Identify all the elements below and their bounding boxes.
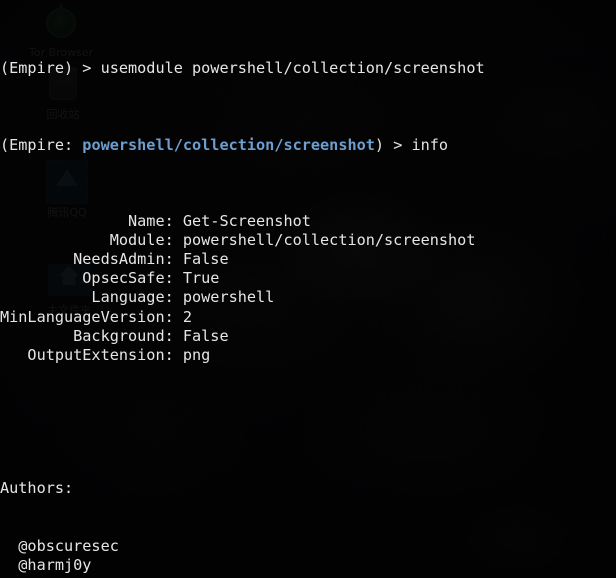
prompt-line-info: (Empire: powershell/collection/screensho…	[0, 136, 616, 155]
command-text: info	[411, 135, 449, 154]
info-field-name: Name: Get-Screenshot	[0, 212, 311, 231]
authors-header: Authors:	[0, 479, 74, 498]
info-field-needsadmin: NeedsAdmin: False	[0, 250, 229, 269]
author-entry: @harmj0y	[0, 555, 92, 574]
prompt-close: ) >	[374, 135, 412, 154]
info-field-minlanguageversion: MinLanguageVersion: 2	[0, 307, 193, 326]
prompt-open: (Empire:	[0, 135, 83, 154]
info-field-outputextension: OutputExtension: png	[0, 345, 211, 364]
authors-list: @obscuresec @harmj0y	[0, 537, 616, 575]
info-field-background: Background: False	[0, 326, 229, 345]
screen: Tor Browser 回收站 ★ 腾讯QQ 主文件夹 (Empire) > u…	[0, 0, 616, 578]
author-entry: @obscuresec	[0, 536, 119, 555]
module-info-block: Name: Get-Screenshot Module: powershell/…	[0, 212, 616, 365]
prompt-line-usemodule: (Empire) > usemodule powershell/collecti…	[0, 59, 485, 78]
terminal-window[interactable]: (Empire) > usemodule powershell/collecti…	[0, 0, 616, 578]
info-field-module: Module: powershell/collection/screenshot	[0, 231, 476, 250]
info-field-opsecsafe: OpsecSafe: True	[0, 269, 220, 288]
module-path: powershell/collection/screenshot	[82, 135, 375, 154]
info-field-language: Language: powershell	[0, 288, 275, 307]
